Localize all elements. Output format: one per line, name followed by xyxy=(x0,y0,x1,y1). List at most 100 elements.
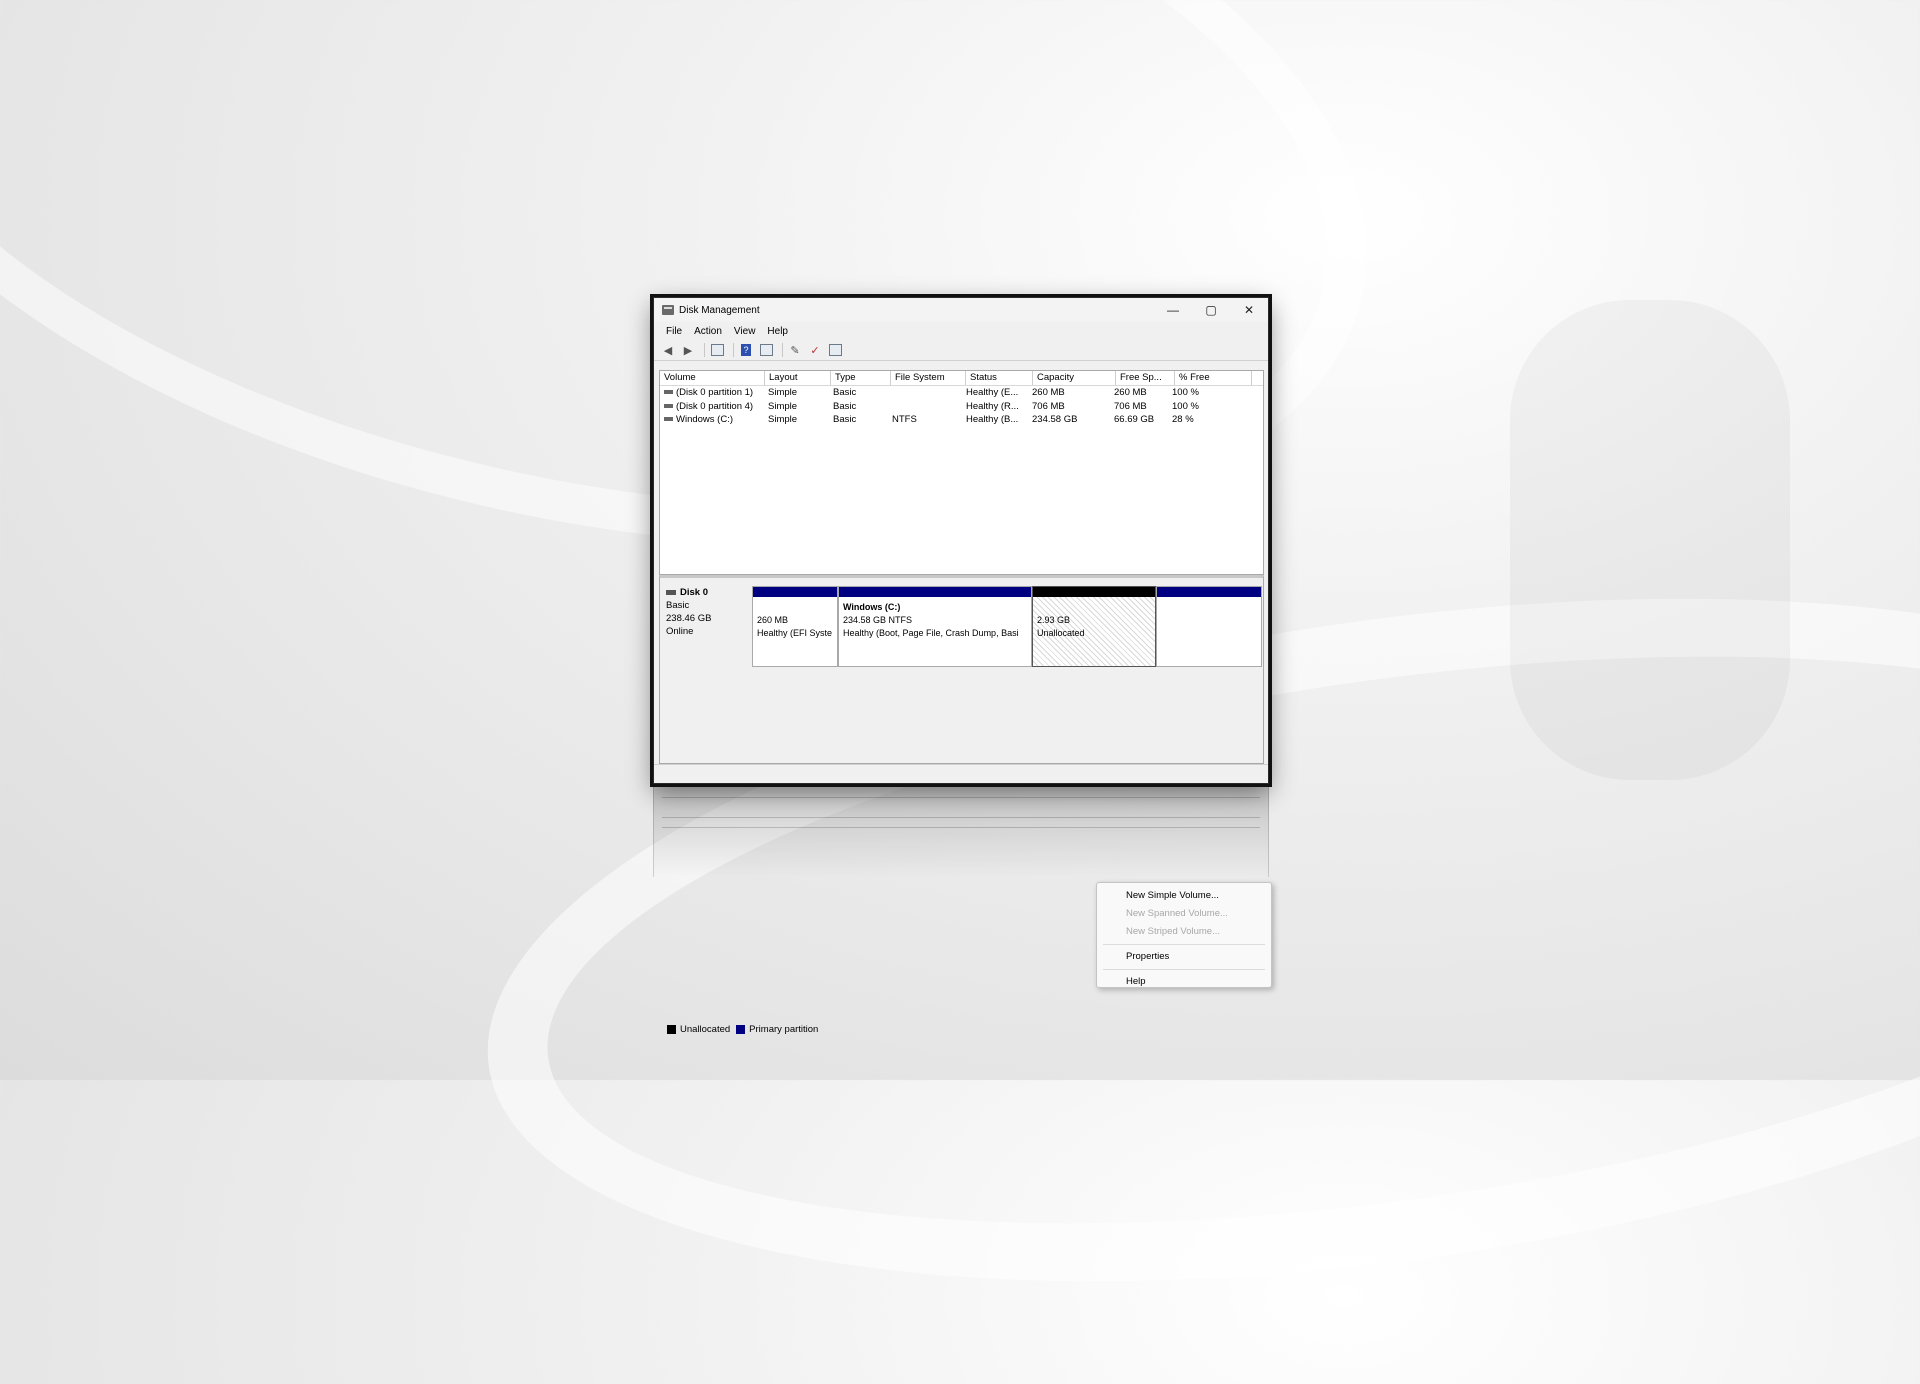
type-cell: Basic xyxy=(833,414,857,425)
minimize-button[interactable]: — xyxy=(1154,298,1192,322)
legend-swatch-primary xyxy=(736,1024,746,1034)
partition-efi[interactable]: 260 MB Healthy (EFI Syste xyxy=(752,586,838,667)
column-percent-free[interactable]: % Free xyxy=(1175,371,1252,385)
type-cell: Basic xyxy=(833,387,857,398)
disk-state: Online xyxy=(666,626,694,637)
back-arrow-icon[interactable]: ◀ xyxy=(660,342,676,358)
menu-file[interactable]: File xyxy=(660,326,688,337)
disk-legend: Unallocated Primary partition xyxy=(665,1022,818,1036)
disk-management-window: Disk Management — ▢ ✕ File Action View H… xyxy=(653,297,1272,1035)
toolbar-separator xyxy=(704,343,705,357)
legend-label-primary: Primary partition xyxy=(749,1023,819,1035)
table-row[interactable]: (Disk 0 partition 4) Simple Basic Health… xyxy=(660,400,1263,414)
free-space-cell: 66.69 GB xyxy=(1114,414,1155,425)
disk-size: 238.46 GB xyxy=(666,613,712,624)
forward-arrow-icon[interactable]: ▶ xyxy=(680,342,696,358)
free-space-cell: 260 MB xyxy=(1114,387,1147,398)
close-button[interactable]: ✕ xyxy=(1230,298,1268,322)
capacity-cell: 706 MB xyxy=(1032,400,1065,412)
status-cell: Healthy (R... xyxy=(966,400,1019,412)
file-system-cell xyxy=(888,400,962,414)
partition-bar xyxy=(839,587,1031,597)
table-row[interactable]: (Disk 0 partition 1) Simple Basic Health… xyxy=(660,386,1263,400)
status-bar xyxy=(654,764,1268,783)
column-type[interactable]: Type xyxy=(831,371,891,385)
toolbar: ◀ ▶ ? ✎ ✓ xyxy=(654,340,1268,361)
watermark-logo-shape xyxy=(1510,300,1790,780)
column-file-system[interactable]: File System xyxy=(891,371,966,385)
partition-title xyxy=(757,601,833,614)
disk-map-pane: Disk 0 Basic 238.46 GB Online 260 MB Hea… xyxy=(659,575,1272,1035)
layout-cell: Simple xyxy=(768,387,798,398)
menu-bar: File Action View Help xyxy=(654,322,1268,340)
check-icon[interactable]: ✓ xyxy=(807,342,823,358)
toolbar-separator xyxy=(733,343,734,357)
volume-icon xyxy=(664,403,673,408)
reflection-line xyxy=(662,827,1260,828)
partition-title xyxy=(1037,601,1151,614)
capacity-cell: 260 MB xyxy=(1032,387,1065,398)
partition-size: 234.58 GB NTFS xyxy=(843,615,913,625)
partition-size: 2.93 GB xyxy=(1037,615,1071,625)
menu-item-help[interactable]: Help xyxy=(1097,973,1271,991)
table-row[interactable]: Windows (C:) Simple Basic NTFS Healthy (… xyxy=(660,413,1263,427)
context-menu: New Simple Volume... New Spanned Volume.… xyxy=(1096,882,1272,988)
partition-status: Healthy (EFI Syste xyxy=(757,628,833,638)
partition-unallocated[interactable]: 2.93 GB Unallocated xyxy=(1032,586,1156,667)
free-space-cell: 706 MB xyxy=(1114,400,1147,412)
partition-windows-c[interactable]: Windows (C:) 234.58 GB NTFS Healthy (Boo… xyxy=(838,586,1032,667)
help-icon[interactable]: ? xyxy=(738,342,754,358)
volume-list-header: Volume Layout Type File System Status Ca… xyxy=(660,371,1263,386)
disk-0-label[interactable]: Disk 0 Basic 238.46 GB Online xyxy=(660,586,752,666)
menu-item-new-spanned-volume: New Spanned Volume... xyxy=(1126,908,1228,919)
volume-icon xyxy=(664,390,673,395)
legend-swatch-unallocated xyxy=(667,1024,676,1034)
column-free-space[interactable]: Free Sp... xyxy=(1116,371,1175,385)
menu-separator xyxy=(1103,969,1265,970)
volume-name: (Disk 0 partition 1) xyxy=(676,387,754,398)
menu-item-new-simple-volume[interactable]: New Simple Volume... xyxy=(1097,887,1271,905)
percent-free-cell: 100 % xyxy=(1172,387,1199,398)
partition-recovery[interactable] xyxy=(1156,586,1262,667)
menu-separator xyxy=(1103,944,1265,945)
menu-item-properties[interactable]: Properties xyxy=(1097,948,1271,966)
volume-cell: (Disk 0 partition 1) xyxy=(660,386,764,400)
title-bar[interactable]: Disk Management — ▢ ✕ xyxy=(654,298,1268,322)
reflection-line xyxy=(662,797,1260,798)
console-tree-icon[interactable] xyxy=(709,342,725,358)
rescan-icon[interactable]: ✎ xyxy=(787,342,803,358)
volume-cell: Windows (C:) xyxy=(660,413,764,427)
column-capacity[interactable]: Capacity xyxy=(1033,371,1116,385)
disk-type: Basic xyxy=(666,600,690,611)
column-status[interactable]: Status xyxy=(966,371,1033,385)
status-cell: Healthy (B... xyxy=(966,414,1019,425)
maximize-button[interactable]: ▢ xyxy=(1192,298,1230,322)
menu-action[interactable]: Action xyxy=(688,326,728,337)
menu-item-new-striped-volume: New Striped Volume... xyxy=(1126,926,1220,937)
volume-list[interactable]: Volume Layout Type File System Status Ca… xyxy=(659,370,1264,575)
window-title: Disk Management xyxy=(679,304,760,316)
status-cell: Healthy (E... xyxy=(966,387,1019,398)
menu-help[interactable]: Help xyxy=(761,326,794,337)
partition-title: Windows (C:) xyxy=(843,602,901,612)
refresh-icon[interactable] xyxy=(827,342,843,358)
reflection-line xyxy=(662,817,1260,818)
properties-icon[interactable] xyxy=(758,342,774,358)
capacity-cell: 234.58 GB xyxy=(1032,414,1078,425)
column-volume[interactable]: Volume xyxy=(660,371,765,385)
partition-status: Unallocated xyxy=(1037,628,1085,638)
legend-label-unallocated: Unallocated xyxy=(680,1023,731,1035)
partition-bar xyxy=(1157,587,1261,597)
disk-management-app-icon xyxy=(662,305,674,315)
column-layout[interactable]: Layout xyxy=(765,371,831,385)
partition-bar xyxy=(753,587,837,597)
layout-cell: Simple xyxy=(768,400,798,412)
percent-free-cell: 100 % xyxy=(1172,400,1199,412)
partition-size: 260 MB xyxy=(757,615,789,625)
layout-cell: Simple xyxy=(768,414,798,425)
window-reflection xyxy=(653,787,1269,877)
percent-free-cell: 28 % xyxy=(1172,414,1194,425)
volume-icon xyxy=(664,417,673,422)
menu-view[interactable]: View xyxy=(728,326,762,337)
disk-icon xyxy=(666,589,676,595)
